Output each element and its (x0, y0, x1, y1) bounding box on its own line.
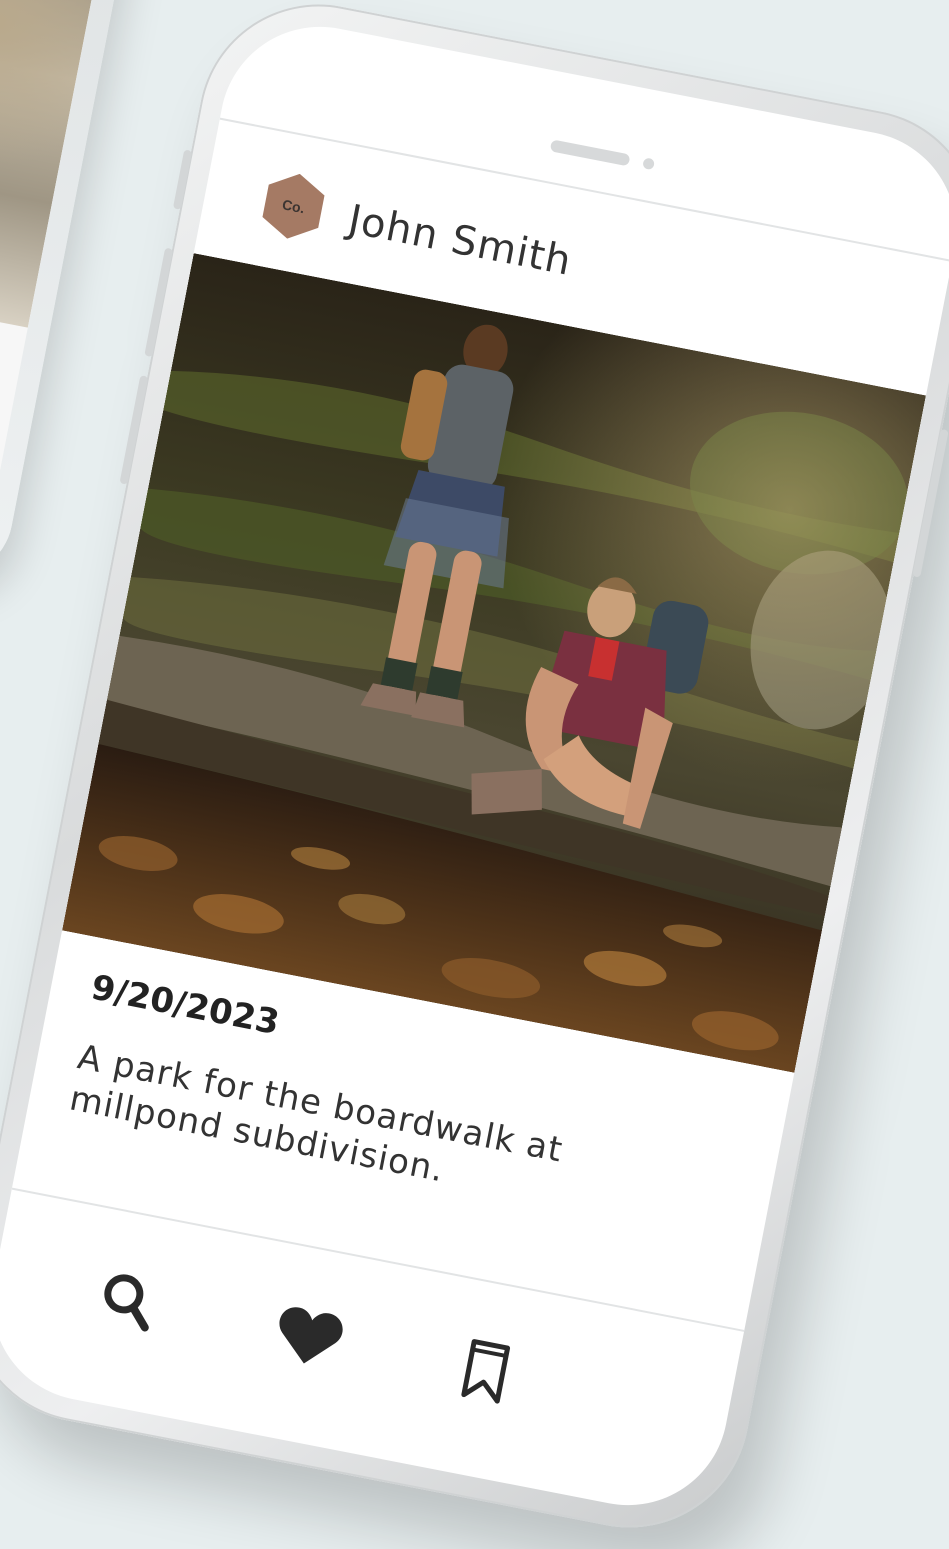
bookmark-icon (461, 1339, 511, 1404)
nav-search[interactable] (85, 1256, 169, 1348)
mute-switch (172, 149, 193, 210)
front-camera (642, 157, 656, 171)
nav-favorites[interactable] (267, 1291, 351, 1383)
post-caption: A park for the boardwalk at millpond sub… (66, 1037, 567, 1191)
volume-up-button (144, 247, 174, 358)
nav-bookmarks[interactable] (444, 1325, 528, 1417)
phone-screen: Co. John Smith 9/20/2023 A park for the … (0, 9, 949, 1523)
post-date: 9/20/2023 (87, 967, 283, 1044)
volume-down-button (119, 375, 149, 485)
logo-text: Co. (280, 196, 307, 217)
phone-frame: Co. John Smith 9/20/2023 A park for the … (0, 0, 949, 1549)
heart-icon (279, 1307, 343, 1364)
background-phone-photo (0, 0, 108, 328)
post-photo[interactable] (62, 253, 927, 1073)
search-icon (104, 1274, 149, 1332)
profile-name[interactable]: John Smith (345, 197, 576, 285)
background-phone (0, 0, 134, 586)
power-button (912, 428, 949, 578)
bottom-nav (0, 1237, 735, 1487)
company-logo[interactable]: Co. (255, 168, 332, 245)
background-phone-screen (0, 0, 108, 560)
earpiece-speaker (549, 139, 631, 167)
